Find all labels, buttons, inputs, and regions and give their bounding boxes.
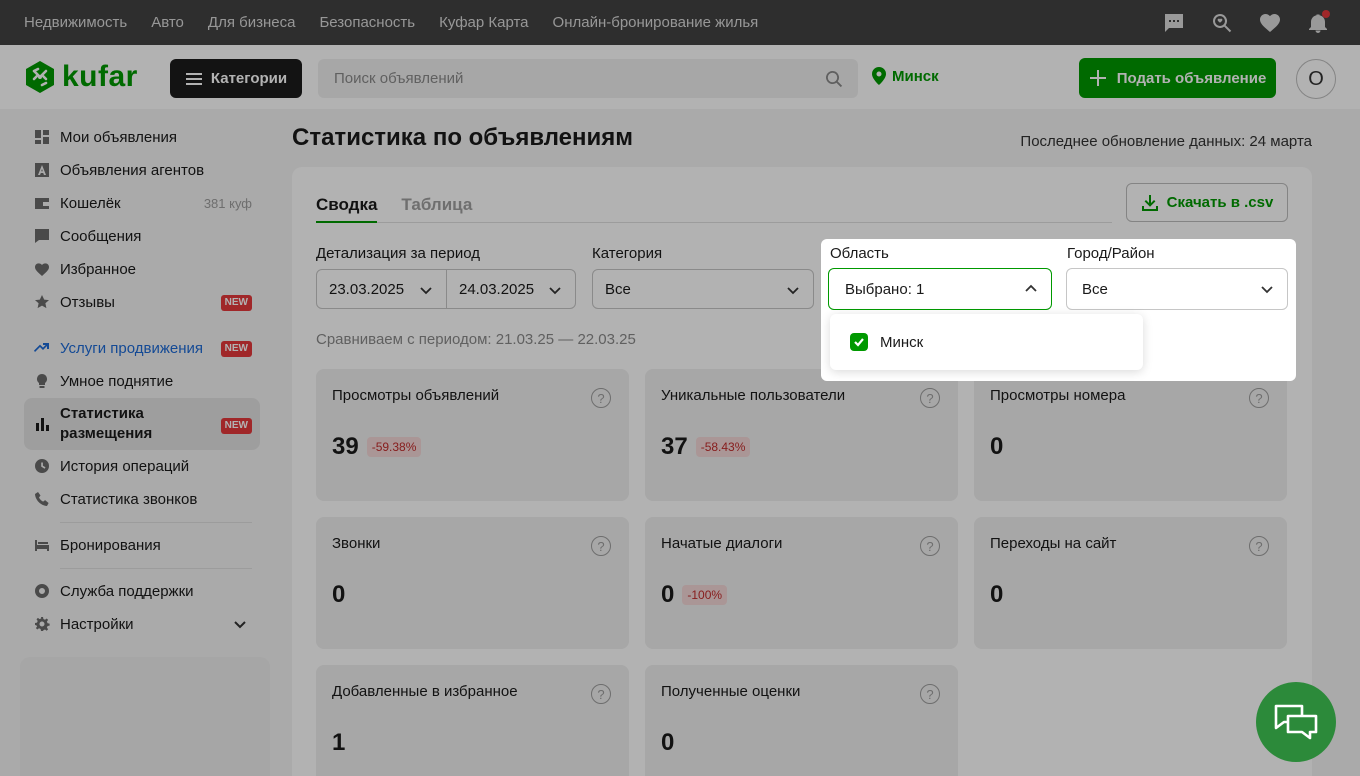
region-dropdown: Минск	[830, 314, 1143, 370]
chevron-down-icon	[1261, 286, 1273, 294]
check-icon	[854, 338, 864, 347]
chevron-up-icon	[1025, 284, 1037, 292]
region-value: Выбрано: 1	[845, 280, 925, 298]
dropdown-option-minsk[interactable]: Минск	[880, 334, 923, 351]
minsk-checkbox[interactable]	[850, 333, 868, 351]
support-chat-button[interactable]	[1256, 682, 1336, 762]
city-value: Все	[1082, 280, 1108, 298]
chat-bubbles-icon	[1274, 704, 1318, 740]
region-filter-highlight: Область Выбрано: 1 Город/Район Все Минск	[821, 239, 1296, 381]
region-select[interactable]: Выбрано: 1	[828, 268, 1052, 310]
city-label: Город/Район	[1067, 245, 1155, 262]
region-label: Область	[830, 245, 889, 262]
dim-overlay[interactable]	[0, 0, 1360, 776]
city-select[interactable]: Все	[1066, 268, 1288, 310]
